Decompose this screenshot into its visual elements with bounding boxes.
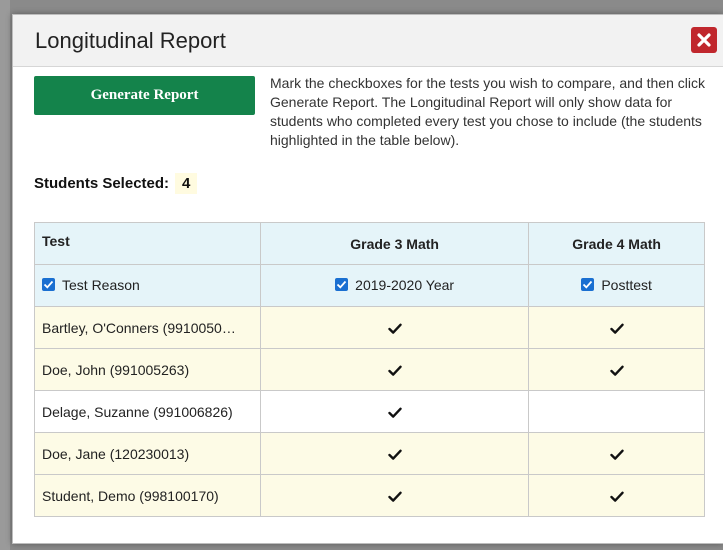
check-icon — [609, 491, 624, 502]
student-name-cell: Student, Demo (998100170) — [34, 474, 261, 517]
check-icon — [387, 491, 402, 502]
page-backdrop — [0, 0, 10, 550]
column-header-test: Test — [34, 222, 261, 265]
column-header-grade3-math: Grade 3 Math — [259, 222, 530, 265]
test-reason-label: Test Reason — [62, 276, 140, 293]
student-name-cell: Bartley, O'Conners (9910050… — [34, 306, 261, 349]
student-name-cell: Doe, John (991005263) — [34, 348, 261, 391]
grade4-reason-cell: Posttest — [528, 264, 705, 307]
check-icon — [387, 407, 402, 418]
grade3-math-checkbox[interactable] — [335, 278, 349, 292]
dialog-header: Longitudinal Report — [13, 15, 723, 67]
table-row: Doe, Jane (120230013) — [34, 432, 705, 475]
check-icon — [387, 449, 402, 460]
student-name: Bartley, O'Conners (9910050… — [42, 319, 236, 336]
table-header-row: Test Grade 3 Math Grade 4 Math — [34, 222, 705, 265]
student-name: Student, Demo (998100170) — [42, 487, 219, 504]
grade3-reason-cell: 2019-2020 Year — [259, 264, 530, 307]
students-selected: Students Selected: 4 — [34, 173, 198, 194]
table-row: Bartley, O'Conners (9910050… — [34, 306, 705, 349]
grade3-status-cell — [259, 474, 530, 517]
check-icon — [609, 449, 624, 460]
longitudinal-report-dialog: Longitudinal Report Generate Report Mark… — [12, 14, 723, 544]
grade4-status-cell — [528, 432, 705, 475]
grade4-status-cell — [528, 348, 705, 391]
grade4-reason-label: Posttest — [601, 276, 652, 293]
test-reason-row: Test Reason 2019-2020 Year Posttest — [34, 264, 705, 307]
close-button[interactable] — [691, 27, 717, 53]
students-selected-label: Students Selected: — [34, 175, 170, 192]
test-reason-cell: Test Reason — [34, 264, 261, 307]
grade4-math-checkbox[interactable] — [581, 278, 595, 292]
column-header-grade4-math: Grade 4 Math — [528, 222, 705, 265]
student-name: Doe, Jane (120230013) — [42, 445, 190, 462]
grade3-status-cell — [259, 348, 530, 391]
check-icon — [609, 365, 624, 376]
student-name: Delage, Suzanne (991006826) — [42, 403, 233, 420]
grade3-status-cell — [259, 432, 530, 475]
test-reason-checkbox[interactable] — [42, 278, 55, 292]
close-icon — [697, 33, 711, 47]
student-rows: Bartley, O'Conners (9910050… Doe, John (9… — [34, 306, 705, 517]
check-icon — [387, 323, 402, 334]
check-icon — [387, 365, 402, 376]
dialog-title: Longitudinal Report — [35, 28, 226, 53]
grade4-status-cell — [528, 474, 705, 517]
checkmark-icon — [337, 281, 347, 289]
grade4-status-cell — [528, 390, 705, 433]
tests-table: Test Grade 3 Math Grade 4 Math Test Reas… — [34, 222, 705, 517]
grade3-status-cell — [259, 306, 530, 349]
table-row: Student, Demo (998100170) — [34, 474, 705, 517]
instructions-text: Mark the checkboxes for the tests you wi… — [270, 75, 705, 148]
grade3-reason-label: 2019-2020 Year — [355, 276, 455, 293]
student-name: Doe, John (991005263) — [42, 361, 190, 378]
student-name-cell: Doe, Jane (120230013) — [34, 432, 261, 475]
table-row: Delage, Suzanne (991006826) — [34, 390, 705, 433]
table-row: Doe, John (991005263) — [34, 348, 705, 391]
check-icon — [609, 323, 624, 334]
grade4-status-cell — [528, 306, 705, 349]
students-selected-count: 4 — [175, 173, 198, 194]
student-name-cell: Delage, Suzanne (991006826) — [34, 390, 261, 433]
checkmark-icon — [43, 281, 54, 289]
grade3-status-cell — [259, 390, 530, 433]
checkmark-icon — [583, 281, 593, 289]
generate-report-button[interactable]: Generate Report — [34, 76, 255, 115]
